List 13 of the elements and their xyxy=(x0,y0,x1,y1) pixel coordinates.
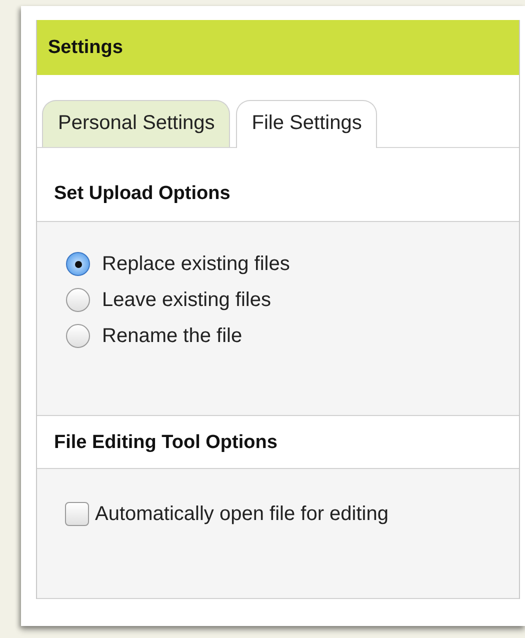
option-label: Automatically open file for editing xyxy=(95,502,388,526)
section-heading: Set Upload Options xyxy=(54,183,230,205)
checkbox[interactable] xyxy=(65,502,89,526)
option-label: Rename the file xyxy=(102,324,242,348)
radio-button[interactable] xyxy=(66,288,90,312)
tab[interactable]: File Settings xyxy=(236,100,377,148)
option-label: Replace existing files xyxy=(102,252,290,276)
option-label: Leave existing files xyxy=(102,288,271,312)
section-heading: File Editing Tool Options xyxy=(54,432,278,454)
radio-button[interactable] xyxy=(66,324,90,348)
panel-title: Settings xyxy=(48,36,123,58)
tab[interactable]: Personal Settings xyxy=(42,100,230,147)
radio-button[interactable] xyxy=(66,252,90,276)
